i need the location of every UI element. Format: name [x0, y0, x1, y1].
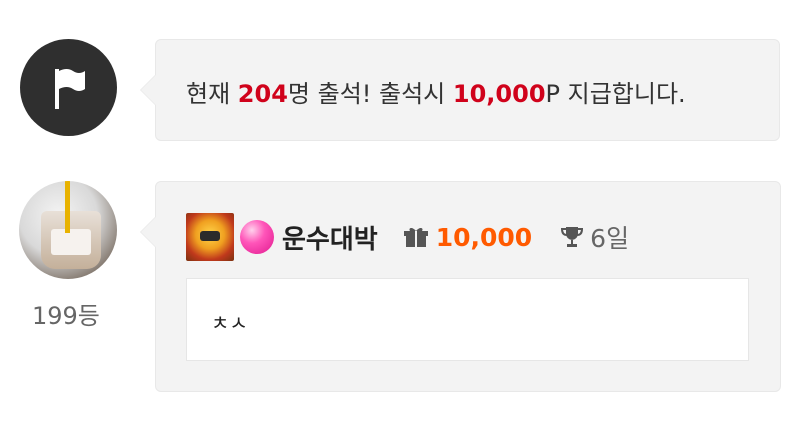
notice-text-middle: 명 출석! 출석시 [287, 80, 453, 108]
notice-avatar [20, 39, 117, 136]
notice-text: 현재 204명 출석! 출석시 10,000P 지급합니다. [186, 74, 686, 109]
level-badge-icon [186, 213, 234, 261]
attendance-entry: 운수대박 10,000 6일 ㅊㅅ [140, 181, 781, 392]
points-value: 10,000 [435, 222, 533, 252]
pink-orb-icon [240, 220, 274, 254]
flag-icon [54, 68, 85, 109]
trophy-icon [560, 225, 584, 249]
attendance-days: 6일 [590, 224, 630, 253]
user-avatar[interactable] [19, 181, 117, 279]
entry-header: 운수대박 10,000 6일 [186, 212, 629, 262]
avatar-photo [41, 211, 101, 269]
notice-bubble: 현재 204명 출석! 출석시 10,000P 지급합니다. [140, 39, 780, 141]
username[interactable]: 운수대박 [282, 219, 378, 256]
notice-text-prefix: 현재 [186, 80, 238, 108]
notice-text-suffix: P 지급합니다. [545, 80, 686, 108]
rank-label: 199등 [32, 302, 100, 330]
reward-amount: 10,000 [452, 80, 546, 108]
comment-text: ㅊㅅ [211, 311, 248, 335]
comment-box: ㅊㅅ [186, 278, 749, 361]
gift-icon [403, 226, 428, 248]
attendee-count: 204 [237, 80, 288, 108]
